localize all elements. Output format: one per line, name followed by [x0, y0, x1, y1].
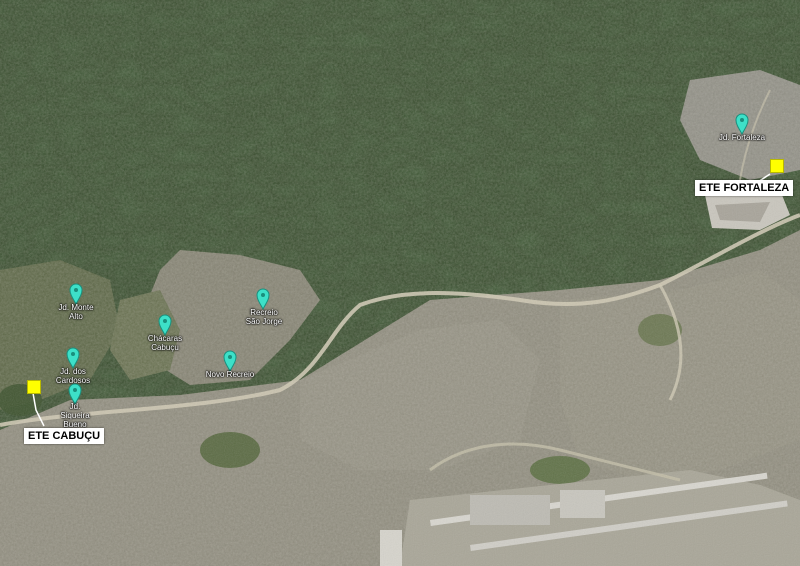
place-label-jd-fortaleza: Jd. Fortaleza [718, 133, 766, 142]
place-label-novo-recreio: Novo Recreio [205, 370, 255, 379]
map-pin-icon[interactable] [158, 314, 172, 336]
ete-fortaleza-label: ETE FORTALEZA [695, 180, 794, 196]
map-pin-icon[interactable] [735, 113, 749, 135]
place-label-jd-siqueira-bueno: Jd. Siqueira Bueno [60, 402, 90, 429]
ete-cabucu-label: ETE CABUÇU [24, 428, 105, 444]
place-label-recreio-sao-jorge: Recreio São Jorge [245, 308, 283, 326]
place-label-chacaras-cabucu: Chácaras Cabuçu [147, 334, 183, 352]
map-pin-icon[interactable] [256, 288, 270, 310]
ete-cabucu-marker[interactable] [27, 380, 41, 394]
satellite-map[interactable]: Jd. Fortaleza Jd. Monte Alto Recreio São… [0, 0, 800, 566]
place-label-jd-monte-alto: Jd. Monte Alto [58, 303, 94, 321]
ete-fortaleza-marker[interactable] [770, 159, 784, 173]
map-pin-icon[interactable] [223, 350, 237, 372]
map-pin-icon[interactable] [69, 283, 83, 305]
map-pin-icon[interactable] [66, 347, 80, 369]
satellite-imagery [0, 0, 800, 566]
